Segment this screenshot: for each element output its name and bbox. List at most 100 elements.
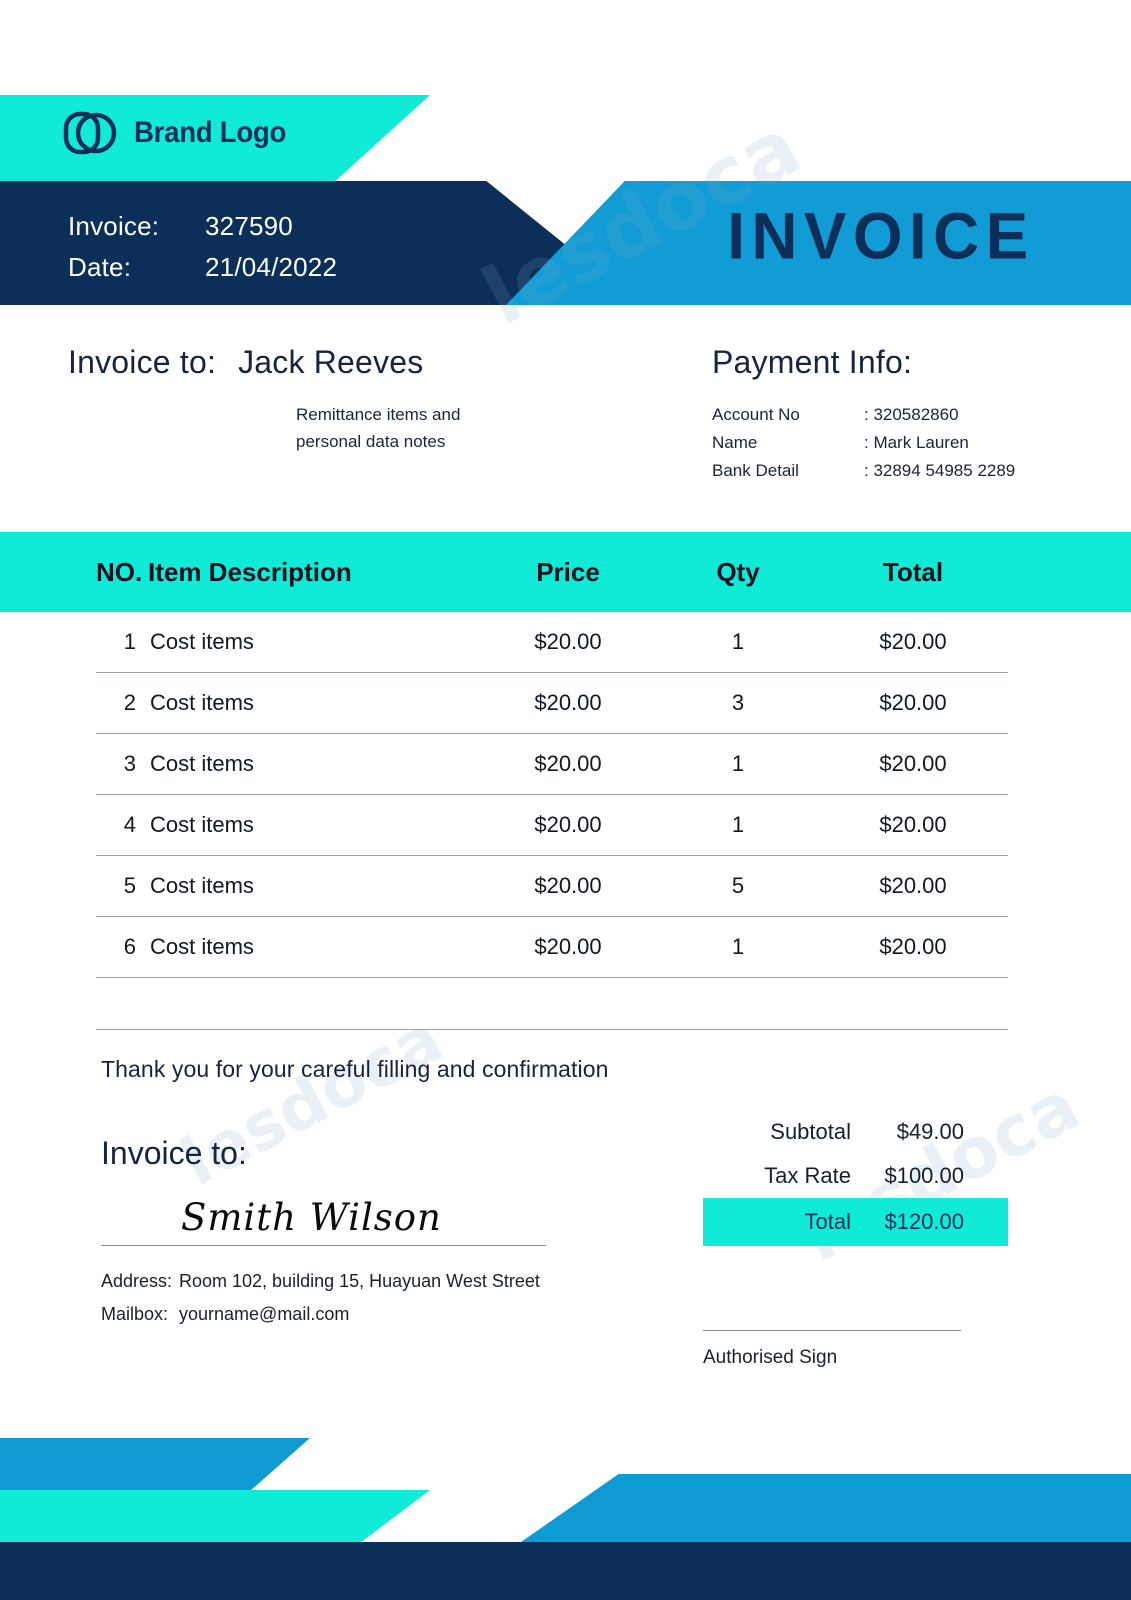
cell-price: $20.00 [534, 873, 602, 898]
totals-block: Subtotal $49.00 Tax Rate $100.00 Total $… [703, 1110, 1008, 1246]
bill-to-note: Remittance items and personal data notes [296, 401, 460, 455]
cell-price: $20.00 [534, 629, 602, 654]
cell-description: Cost items [150, 629, 254, 654]
brand-logo: Brand Logo [62, 108, 299, 158]
cell-price: $20.00 [534, 934, 602, 959]
payment-info-block: Payment Info: Account No : 320582860 Nam… [712, 344, 1015, 485]
invoice-number-row: Invoice: 327590 [68, 206, 337, 247]
signature-text: Smith Wilson [181, 1196, 442, 1239]
authorised-sign-rule [703, 1330, 961, 1331]
cell-description: Cost items [150, 690, 254, 715]
cell-no: 6 [123, 934, 136, 959]
tax-rate-row: Tax Rate $100.00 [703, 1154, 1008, 1198]
address-value: Room 102, building 15, Huayuan West Stre… [179, 1271, 540, 1291]
invoice-meta: Invoice: 327590 Date: 21/04/2022 [68, 206, 337, 288]
grand-total-row: Total $120.00 [703, 1198, 1008, 1246]
cell-price: $20.00 [534, 812, 602, 837]
invoice-date-row: Date: 21/04/2022 [68, 247, 337, 288]
cell-no: 2 [123, 690, 136, 715]
contact-details: Address: Room 102, building 15, Huayuan W… [101, 1265, 551, 1331]
payment-info-table: Account No : 320582860 Name : Mark Laure… [712, 401, 1015, 485]
bill-to-label: Invoice to: [68, 344, 217, 380]
table-bottom-rule [96, 1029, 1008, 1030]
cell-description: Cost items [150, 812, 254, 837]
items-table-header-row: NO. Item Description Price Qty Total [96, 532, 1008, 612]
payment-info-row: Bank Detail : 32894 54985 2289 [712, 457, 1015, 485]
cell-description: Cost items [150, 873, 254, 898]
invoice-date-value: 21/04/2022 [205, 252, 338, 282]
invoice-number-value: 327590 [205, 211, 293, 241]
footer-navy-band [0, 1542, 1131, 1600]
subtotal-label: Subtotal [770, 1119, 851, 1144]
tax-rate-value: $100.00 [884, 1163, 964, 1188]
address-label: Address: [101, 1271, 173, 1291]
bill-to-note-line1: Remittance items and [296, 405, 461, 424]
brand-name: Brand Logo [134, 116, 287, 149]
cell-qty: 1 [731, 629, 745, 654]
invoice-page: lesdoca Brand Logo Invoice: 327590 Date:… [0, 0, 1131, 1600]
payment-info-value: : 320582860 [864, 405, 959, 424]
payment-info-row: Account No : 320582860 [712, 401, 1015, 429]
invoice-date-label: Date: [68, 252, 132, 282]
payment-info-value: : 32894 54985 2289 [864, 461, 1016, 480]
grand-total-label: Total [804, 1209, 851, 1234]
payment-info-heading: Payment Info: [712, 344, 913, 380]
cell-price: $20.00 [534, 690, 602, 715]
mailbox-row: Mailbox: yourname@mail.com [101, 1298, 551, 1331]
authorised-sign-label: Authorised Sign [703, 1347, 838, 1368]
payment-info-key: Account No [712, 405, 800, 424]
cell-total: $20.00 [879, 690, 947, 715]
footer-teal-band [0, 1490, 430, 1542]
mailbox-label: Mailbox: [101, 1304, 169, 1324]
table-row: 5 Cost items $20.00 5 $20.00 [96, 856, 1008, 917]
cell-qty: 1 [731, 934, 745, 959]
overlapping-circles-logo-icon [62, 108, 118, 158]
signature-heading: Invoice to: [101, 1135, 247, 1171]
invoice-number-label: Invoice: [68, 211, 160, 241]
bill-to-name: Jack Reeves [238, 344, 424, 380]
authorised-sign-block: Authorised Sign [703, 1330, 1013, 1369]
column-header-no: NO. [96, 556, 143, 587]
cell-description: Cost items [150, 751, 254, 776]
payment-info-key: Bank Detail [712, 461, 799, 480]
subtotal-value: $49.00 [896, 1119, 964, 1144]
column-header-qty: Qty [716, 556, 760, 587]
cell-qty: 3 [731, 690, 745, 715]
cell-qty: 5 [731, 873, 745, 898]
signature-block: Invoice to: Smith Wilson Address: Room 10… [101, 1135, 551, 1331]
payment-info-row: Name : Mark Lauren [712, 429, 1015, 457]
cell-price: $20.00 [534, 751, 602, 776]
column-header-total: Total [882, 556, 944, 587]
tax-rate-label: Tax Rate [764, 1163, 851, 1188]
cell-no: 4 [123, 812, 136, 837]
mailbox-value: yourname@mail.com [179, 1304, 350, 1324]
table-row: 3 Cost items $20.00 1 $20.00 [96, 734, 1008, 795]
bill-to-heading: Invoice to: Jack Reeves [68, 344, 460, 381]
cell-total: $20.00 [879, 873, 947, 898]
payment-info-value: : Mark Lauren [864, 433, 969, 452]
table-row: 2 Cost items $20.00 3 $20.00 [96, 673, 1008, 734]
page-title: INVOICE [727, 199, 1035, 274]
cell-total: $20.00 [879, 751, 947, 776]
payment-info-key: Name [712, 433, 758, 452]
grand-total-value: $120.00 [884, 1209, 964, 1234]
bill-to-block: Invoice to: Jack Reeves Remittance items … [68, 344, 460, 455]
cell-no: 1 [123, 629, 136, 654]
cell-no: 5 [123, 873, 136, 898]
parties-section: Invoice to: Jack Reeves Remittance items … [0, 330, 1131, 520]
items-table-header: lesdoca NO. Item Description Price Qty T… [0, 532, 1131, 1201]
footer-blue-right-band [521, 1474, 1131, 1542]
signature-rule [101, 1245, 546, 1246]
subtotal-row: Subtotal $49.00 [703, 1110, 1008, 1154]
cell-description: Cost items [150, 934, 254, 959]
column-header-description: Item Description [148, 556, 352, 587]
cell-qty: 1 [731, 812, 745, 837]
address-row: Address: Room 102, building 15, Huayuan W… [101, 1265, 551, 1298]
table-row: 4 Cost items $20.00 1 $20.00 [96, 795, 1008, 856]
column-header-price: Price [536, 556, 600, 587]
cell-total: $20.00 [879, 629, 947, 654]
cell-qty: 1 [731, 751, 745, 776]
bill-to-note-line2: personal data notes [296, 432, 446, 451]
footer-blue-left-band [0, 1438, 310, 1490]
thanks-note: Thank you for your careful filling and c… [101, 1056, 609, 1082]
